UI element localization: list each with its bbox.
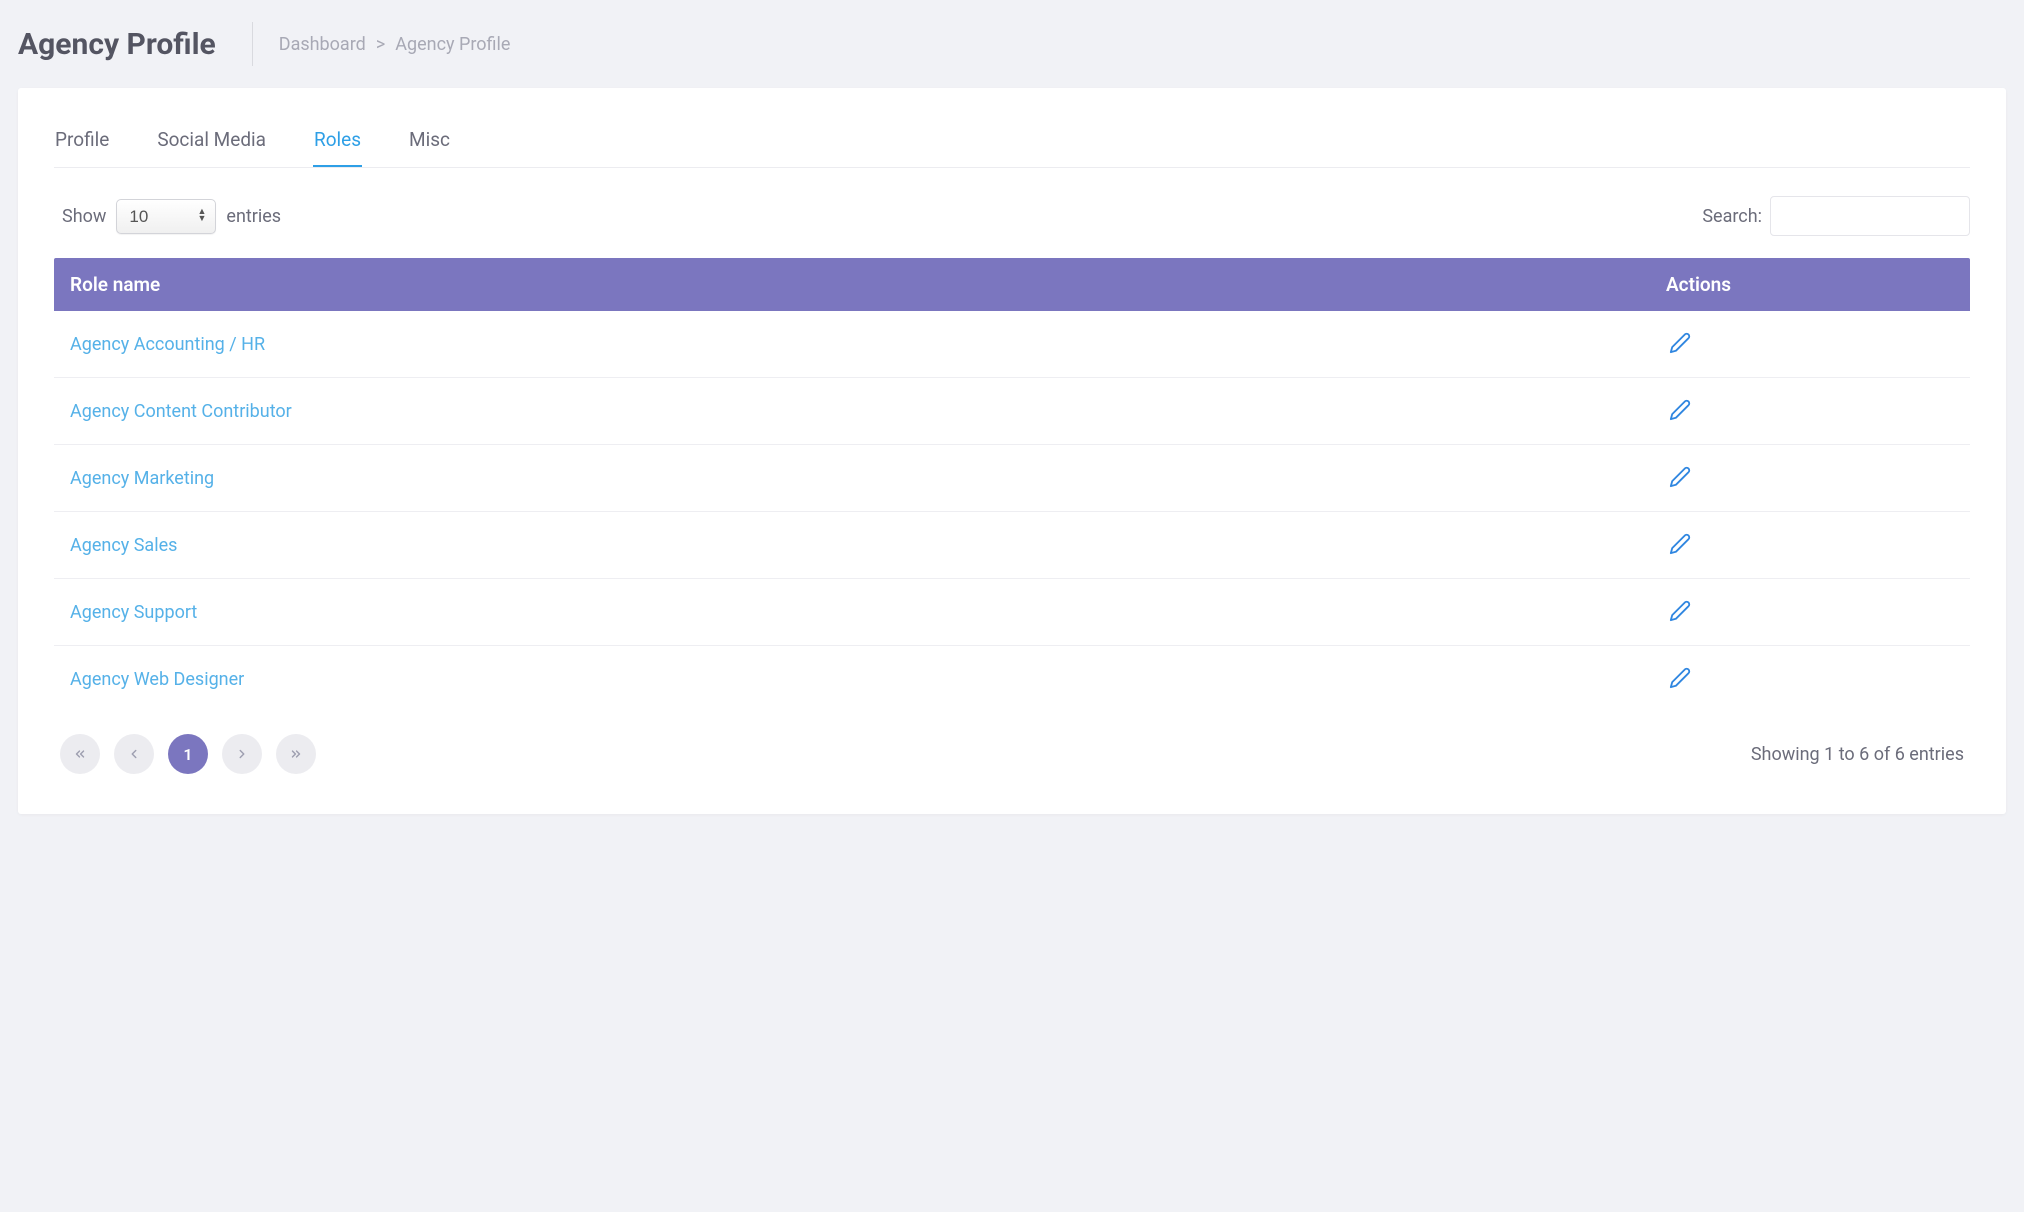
role-link[interactable]: Agency Marketing bbox=[70, 468, 214, 489]
table-header-row: Role name Actions bbox=[54, 258, 1970, 311]
chevron-right-icon bbox=[235, 747, 249, 761]
tab-misc[interactable]: Misc bbox=[408, 128, 451, 167]
chevrons-left-icon bbox=[73, 747, 87, 761]
table-row: Agency Content Contributor bbox=[54, 378, 1970, 445]
role-link[interactable]: Agency Support bbox=[70, 602, 197, 623]
tab-profile[interactable]: Profile bbox=[54, 128, 110, 167]
breadcrumb-current: Agency Profile bbox=[395, 34, 510, 55]
page-first-button[interactable] bbox=[60, 734, 100, 774]
pencil-icon bbox=[1669, 399, 1691, 421]
show-entries: Show 102550100 ▲▼ entries bbox=[54, 199, 281, 234]
showing-entries-text: Showing 1 to 6 of 6 entries bbox=[1751, 744, 1964, 765]
search: Search: bbox=[1702, 196, 1970, 236]
breadcrumb-separator: > bbox=[376, 34, 385, 55]
pencil-icon bbox=[1669, 667, 1691, 689]
page-number-button[interactable]: 1 bbox=[168, 734, 208, 774]
edit-button[interactable] bbox=[1666, 530, 1694, 558]
tab-social-media[interactable]: Social Media bbox=[156, 128, 267, 167]
role-link[interactable]: Agency Web Designer bbox=[70, 669, 244, 690]
role-link[interactable]: Agency Accounting / HR bbox=[70, 334, 265, 355]
table-row: Agency Sales bbox=[54, 512, 1970, 579]
pencil-icon bbox=[1669, 600, 1691, 622]
table-row: Agency Support bbox=[54, 579, 1970, 646]
edit-button[interactable] bbox=[1666, 463, 1694, 491]
table-row: Agency Accounting / HR bbox=[54, 311, 1970, 378]
page-title: Agency Profile bbox=[18, 27, 252, 62]
pencil-icon bbox=[1669, 533, 1691, 555]
role-link[interactable]: Agency Sales bbox=[70, 535, 177, 556]
page-header: Agency Profile Dashboard > Agency Profil… bbox=[0, 0, 2024, 88]
table-row: Agency Web Designer bbox=[54, 646, 1970, 713]
page-last-button[interactable] bbox=[276, 734, 316, 774]
table-footer: 1 Showing 1 to 6 of 6 entries bbox=[54, 734, 1970, 774]
col-actions: Actions bbox=[1650, 258, 1970, 311]
chevrons-right-icon bbox=[289, 747, 303, 761]
search-input[interactable] bbox=[1770, 196, 1970, 236]
tabs: Profile Social Media Roles Misc bbox=[54, 128, 1970, 168]
role-link[interactable]: Agency Content Contributor bbox=[70, 401, 292, 422]
edit-button[interactable] bbox=[1666, 396, 1694, 424]
header-divider bbox=[252, 22, 253, 66]
table-row: Agency Marketing bbox=[54, 445, 1970, 512]
search-label: Search: bbox=[1702, 206, 1762, 227]
edit-button[interactable] bbox=[1666, 329, 1694, 357]
breadcrumb: Dashboard > Agency Profile bbox=[279, 34, 511, 55]
page-size-select-wrap: 102550100 ▲▼ bbox=[116, 199, 216, 234]
col-role-name[interactable]: Role name bbox=[54, 258, 1650, 311]
entries-label: entries bbox=[226, 206, 281, 227]
pencil-icon bbox=[1669, 466, 1691, 488]
page-size-select[interactable]: 102550100 bbox=[116, 199, 216, 234]
edit-button[interactable] bbox=[1666, 597, 1694, 625]
pencil-icon bbox=[1669, 332, 1691, 354]
pagination: 1 bbox=[60, 734, 316, 774]
show-label: Show bbox=[62, 206, 106, 227]
roles-table: Role name Actions Agency Accounting / HR… bbox=[54, 258, 1970, 712]
edit-button[interactable] bbox=[1666, 664, 1694, 692]
tab-roles[interactable]: Roles bbox=[313, 128, 362, 167]
page-prev-button[interactable] bbox=[114, 734, 154, 774]
page-next-button[interactable] bbox=[222, 734, 262, 774]
table-controls: Show 102550100 ▲▼ entries Search: bbox=[54, 196, 1970, 236]
chevron-left-icon bbox=[127, 747, 141, 761]
breadcrumb-root-link[interactable]: Dashboard bbox=[279, 34, 366, 55]
content-card: Profile Social Media Roles Misc Show 102550… bbox=[18, 88, 2006, 814]
